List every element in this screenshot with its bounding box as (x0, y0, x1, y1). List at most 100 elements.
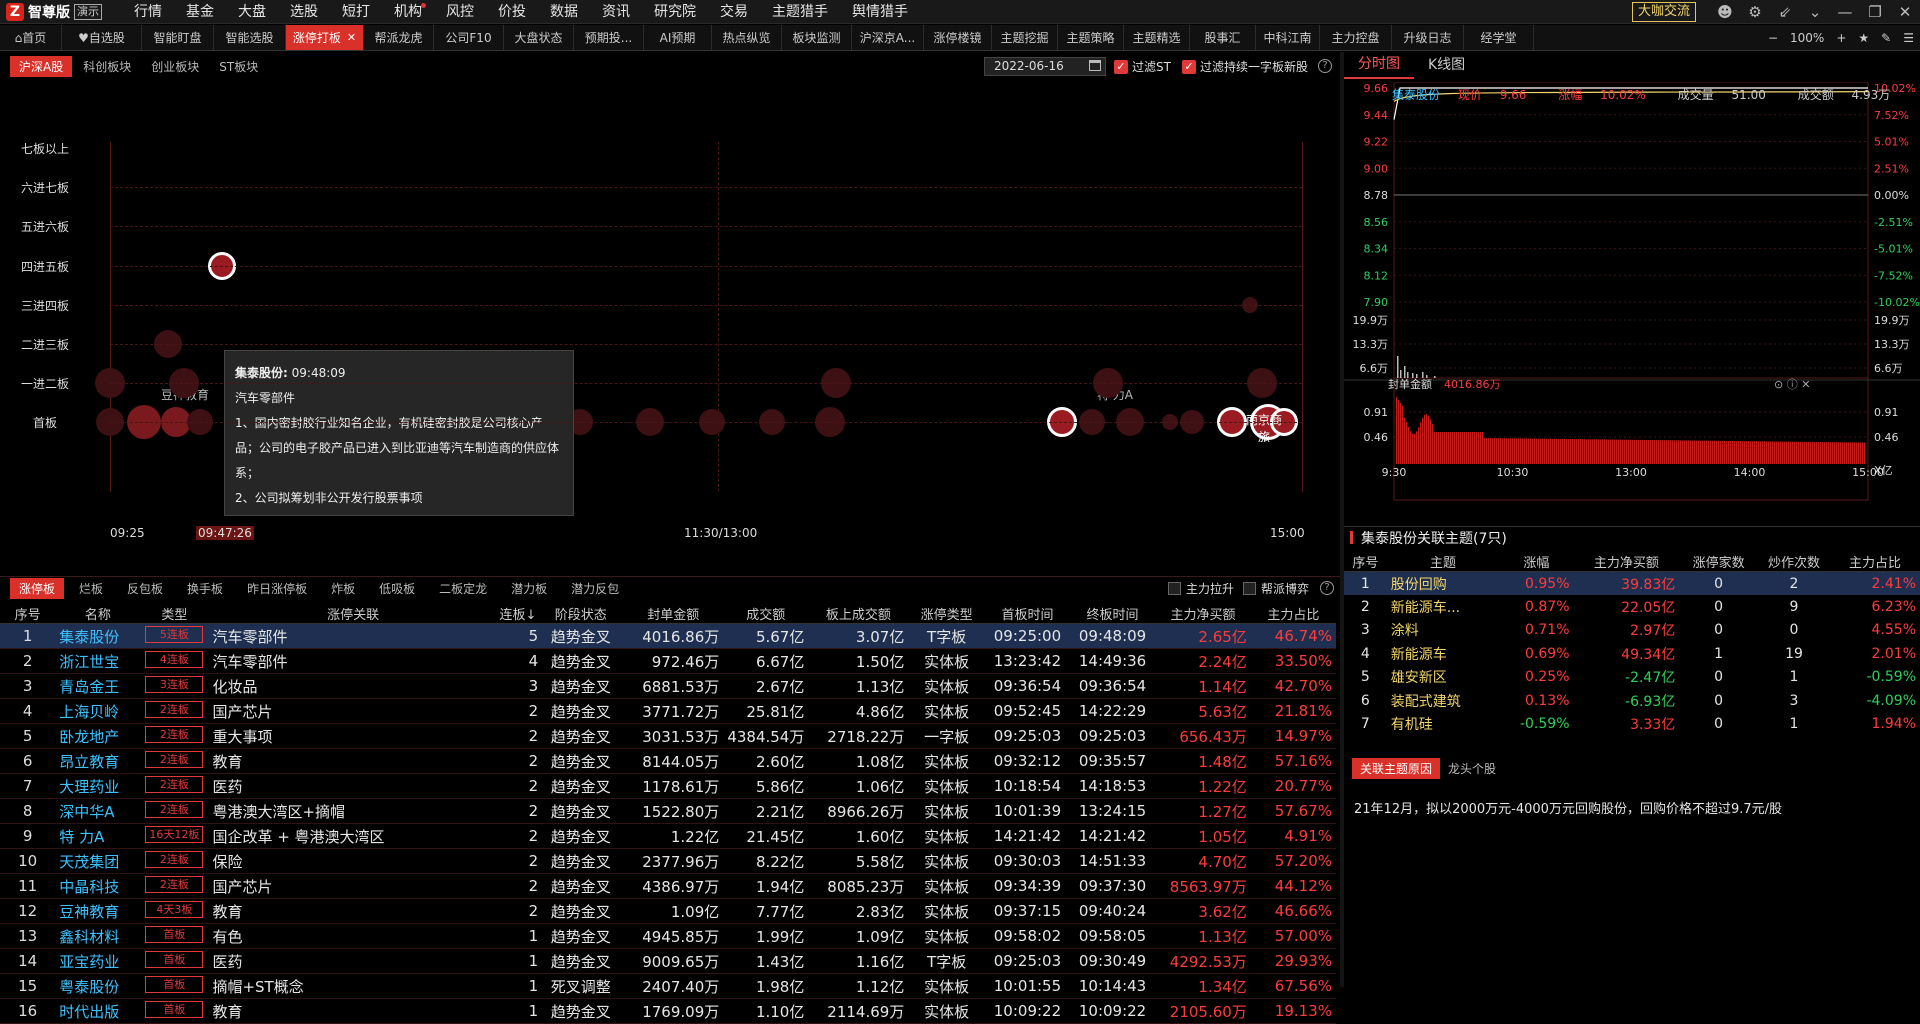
collapse-icon[interactable]: ⇙ (1770, 3, 1800, 21)
menu-item[interactable]: 交易 (708, 0, 760, 24)
tab-item[interactable]: 大盘状态 (504, 25, 574, 50)
column-header[interactable]: 涨停家数 (1679, 552, 1758, 572)
board-tab[interactable]: 二板定龙 (430, 578, 496, 599)
menu-item[interactable]: 资讯 (590, 0, 642, 24)
chevron-down-icon[interactable]: ⌄ (1800, 3, 1830, 21)
zoom-out-button[interactable]: − (1762, 31, 1784, 45)
board-tab[interactable]: 反包板 (118, 578, 172, 599)
menu-item[interactable]: 价投 (486, 0, 538, 24)
table-row[interactable]: 13 鑫科材料 首板 有色 1 趋势金叉 4945.85万 1.99亿 1.09亿 实体板 09:5… (0, 923, 1336, 949)
table-row[interactable]: 3 涂料 0.71% 2.97亿 0 0 4.55% (1344, 619, 1920, 643)
table-row[interactable]: 2 浙江世宝 4连板 汽车零部件 4 趋势金叉 972.46万 6.67亿 1.50亿 实体板 13… (0, 648, 1336, 674)
column-header[interactable]: 炒作次数 (1758, 552, 1830, 572)
menu-item[interactable]: 机构 (382, 0, 434, 24)
table-row[interactable]: 14 亚宝药业 首板 医药 1 趋势金叉 9009.65万 1.43亿 1.16亿 T字板 09:2… (0, 948, 1336, 974)
pin-icon[interactable]: ★ (1852, 31, 1875, 45)
tab-item[interactable]: 涨停打板 ✕ (286, 25, 364, 50)
table-row[interactable]: 2 新能源车... 0.87% 22.05亿 0 9 6.23% (1344, 595, 1920, 619)
table-row[interactable]: 4 上海贝岭 2连板 国产芯片 2 趋势金叉 3771.72万 25.81亿 4.86亿 实体板 0… (0, 698, 1336, 724)
main-pull-checkbox[interactable]: 主力拉升 (1168, 580, 1234, 597)
tab-item[interactable]: 帮派龙虎 (364, 25, 434, 50)
tab-item[interactable]: ♥ 自选股 (62, 25, 142, 50)
menu-item[interactable]: 数据 (538, 0, 590, 24)
column-header[interactable]: 序号 (1344, 552, 1387, 572)
board-tab[interactable]: 昨日涨停板 (238, 578, 316, 599)
column-header[interactable]: 终板时间 (1070, 604, 1156, 624)
board-tab[interactable]: 涨停板 (10, 578, 65, 599)
table-row[interactable]: 7 有机硅 -0.59% 3.33亿 0 1 1.94% (1344, 713, 1920, 737)
column-header[interactable]: 名称 (55, 604, 141, 624)
column-header[interactable]: 序号 (0, 604, 56, 624)
column-header[interactable]: 封单金额 (623, 604, 724, 624)
column-header[interactable]: 连板↓ (497, 604, 539, 624)
menu-item[interactable]: 行情 (122, 0, 174, 24)
tab-theme-reason[interactable]: 关联主题原因 (1352, 758, 1441, 779)
board-tab[interactable]: 潜力板 (502, 578, 556, 599)
menu-item[interactable]: 舆情猎手 (840, 0, 920, 24)
column-header[interactable]: 涨幅 (1499, 552, 1574, 572)
help-icon[interactable]: ? (1320, 581, 1334, 595)
tab-item[interactable]: 板块监测 (782, 25, 852, 50)
chat-button[interactable]: 大咖交流 (1631, 2, 1696, 22)
table-row[interactable]: 10 天茂集团 2连板 保险 2 趋势金叉 2377.96万 8.22亿 5.58亿 实体板 09:… (0, 848, 1336, 874)
tab-item[interactable]: 沪深京A... (852, 25, 924, 50)
menu-icon[interactable]: ☰ (1897, 31, 1920, 45)
table-row[interactable]: 8 深中华A 2连板 粤港澳大湾区+摘帽 2 趋势金叉 1522.80万 2.21亿 8966.… (0, 798, 1336, 824)
help-icon[interactable]: ? (1318, 59, 1332, 73)
zoom-in-button[interactable]: + (1830, 31, 1852, 45)
tab-leader-stocks[interactable]: 龙头个股 (1440, 758, 1504, 779)
minimize-icon[interactable]: — (1830, 3, 1860, 21)
tab-item[interactable]: 涨停楼镜 (924, 25, 992, 50)
table-row[interactable]: 11 中晶科技 2连板 国产芯片 2 趋势金叉 4386.97万 1.94亿 8085.23万实… (0, 873, 1336, 899)
tab-item[interactable]: 主力控盘 (1320, 25, 1392, 50)
table-row[interactable]: 5 卧龙地产 2连板 重大事项 2 趋势金叉 3031.53万 4384.54万 2718.22… (0, 723, 1336, 749)
column-header[interactable]: 板上成交额 (808, 604, 909, 624)
app-logo[interactable]: Z 智尊版 演示 (0, 0, 108, 24)
market-tab[interactable]: 科创板块 (74, 56, 140, 77)
menu-item[interactable]: 基金 (174, 0, 226, 24)
restore-icon[interactable]: ❐ (1860, 3, 1890, 21)
column-header[interactable]: 首板时间 (984, 604, 1070, 624)
settings-icon[interactable]: ⚙ (1740, 3, 1770, 21)
menu-item[interactable]: 主题猎手 (760, 0, 840, 24)
table-row[interactable]: 1 股份回购 0.95% 39.83亿 0 2 2.41% (1344, 571, 1920, 595)
menu-item[interactable]: 选股 (278, 0, 330, 24)
filter-new-checkbox[interactable]: ✓ 过滤持续一字板新股 (1182, 58, 1308, 75)
board-tab[interactable]: 潜力反包 (562, 578, 628, 599)
column-header[interactable]: 阶段状态 (538, 604, 624, 624)
tab-intraday[interactable]: 分时图 (1344, 51, 1414, 79)
column-header[interactable]: 主题 (1386, 552, 1500, 572)
menu-item[interactable]: 风控 (434, 0, 486, 24)
table-row[interactable]: 1 集泰股份 5连板 汽车零部件 5 趋势金叉 4016.86万 5.67亿 3.07亿 T字板 0… (0, 623, 1336, 649)
tab-item[interactable]: 智能盯盘 (142, 25, 214, 50)
column-header[interactable]: 主力占比 (1830, 552, 1920, 572)
table-row[interactable]: 4 新能源车 0.69% 49.34亿 1 19 2.01% (1344, 642, 1920, 666)
tab-item[interactable]: ⌂ 首页 (0, 25, 62, 50)
market-tab[interactable]: 创业板块 (142, 56, 208, 77)
tab-close-icon[interactable]: ✕ (347, 31, 356, 44)
tab-item[interactable]: 主题精选 (1124, 25, 1190, 50)
table-row[interactable]: 9特 力A 16天12板 国企改革 + 粤港澳大湾区 2 趋势金叉 1.22亿 21.45亿… (0, 823, 1336, 849)
table-row[interactable]: 6 昂立教育 2连板 教育 2 趋势金叉 8144.05万 2.60亿 1.08亿 实体板 09:3… (0, 748, 1336, 774)
board-tab[interactable]: 烂板 (70, 578, 112, 599)
table-row[interactable]: 7 大理药业 2连板 医药 2 趋势金叉 1178.61万 5.86亿 1.06亿 实体板 10:1… (0, 773, 1336, 799)
user-icon[interactable]: ☻ (1710, 3, 1740, 21)
tab-item[interactable]: 公司F10 (434, 25, 504, 50)
table-row[interactable]: 15 粤泰股份 首板 摘帽+ST概念 1 死叉调整 2407.40万 1.98亿 1.12亿 实体… (0, 973, 1336, 999)
filter-st-checkbox[interactable]: ✓ 过滤ST (1114, 58, 1171, 75)
menu-item[interactable]: 短打 (330, 0, 382, 24)
tab-item[interactable]: 主题挖掘 (992, 25, 1058, 50)
column-header[interactable]: 涨停关联 (208, 604, 498, 624)
column-header[interactable]: 成交额 (723, 604, 809, 624)
date-picker[interactable]: 2022-06-16 (984, 57, 1106, 76)
tab-item[interactable]: 经学堂 (1464, 25, 1534, 50)
column-header[interactable]: 主力占比 (1250, 604, 1336, 624)
board-tab[interactable]: 换手板 (178, 578, 232, 599)
menu-item[interactable]: 研究院 (642, 0, 708, 24)
calendar-icon[interactable] (1089, 60, 1101, 71)
menu-item[interactable]: 大盘 (226, 0, 278, 24)
column-header[interactable]: 主力净买额 (1573, 552, 1680, 572)
tab-kline[interactable]: K线图 (1414, 52, 1479, 78)
gang-game-checkbox[interactable]: 帮派博弈 (1243, 580, 1309, 597)
edit-icon[interactable]: ✎ (1875, 31, 1897, 45)
